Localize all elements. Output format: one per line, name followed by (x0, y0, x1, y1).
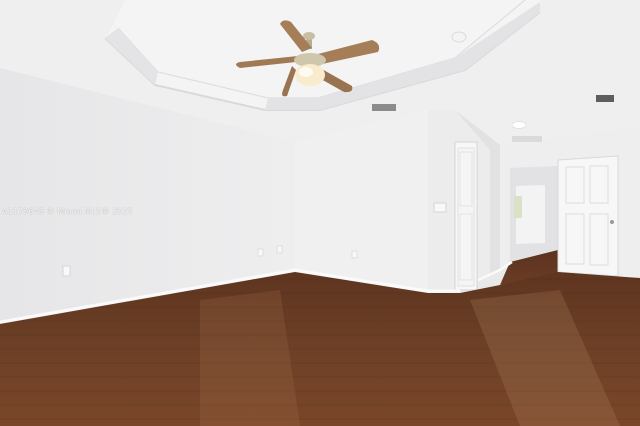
room-scene: A1179648 © Miami MLS® 2025 (0, 0, 640, 426)
ac-vent-right (596, 95, 614, 102)
light-switch (433, 202, 447, 213)
door-knob (610, 220, 614, 224)
ceiling-smoke-detector (451, 31, 467, 43)
back-wall (295, 110, 428, 293)
fan-canopy (303, 32, 315, 40)
open-door (557, 155, 619, 277)
recessed-light (511, 121, 527, 129)
wall-outlet-mid (257, 248, 264, 257)
ac-vent-center (372, 104, 396, 111)
wall-outlet-left (62, 265, 71, 277)
hallway-window-glow (514, 196, 522, 218)
wall-outlet-back (351, 250, 358, 259)
wall-outlet-mid2 (276, 245, 283, 254)
mls-watermark: A1179648 © Miami MLS® 2025 (2, 207, 133, 216)
ac-return-vent (512, 136, 542, 142)
fan-light-highlight (299, 67, 313, 77)
